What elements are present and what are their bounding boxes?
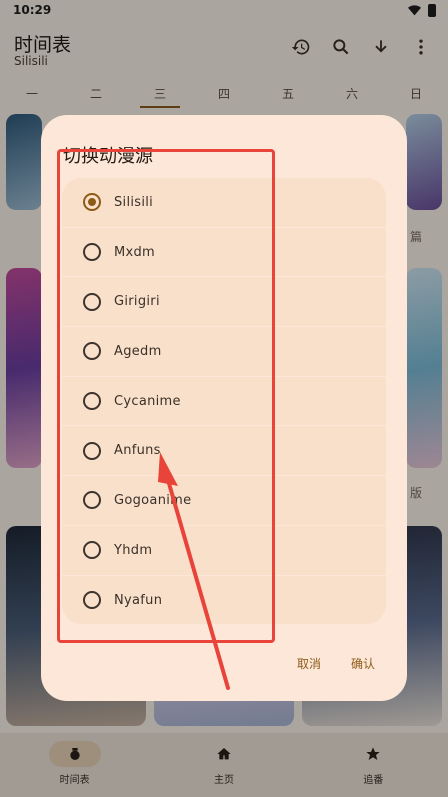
annotation-highlight-box: [57, 149, 275, 643]
dialog-actions: 取消 确认: [297, 655, 375, 672]
confirm-button[interactable]: 确认: [351, 655, 375, 672]
cancel-button[interactable]: 取消: [297, 655, 321, 672]
